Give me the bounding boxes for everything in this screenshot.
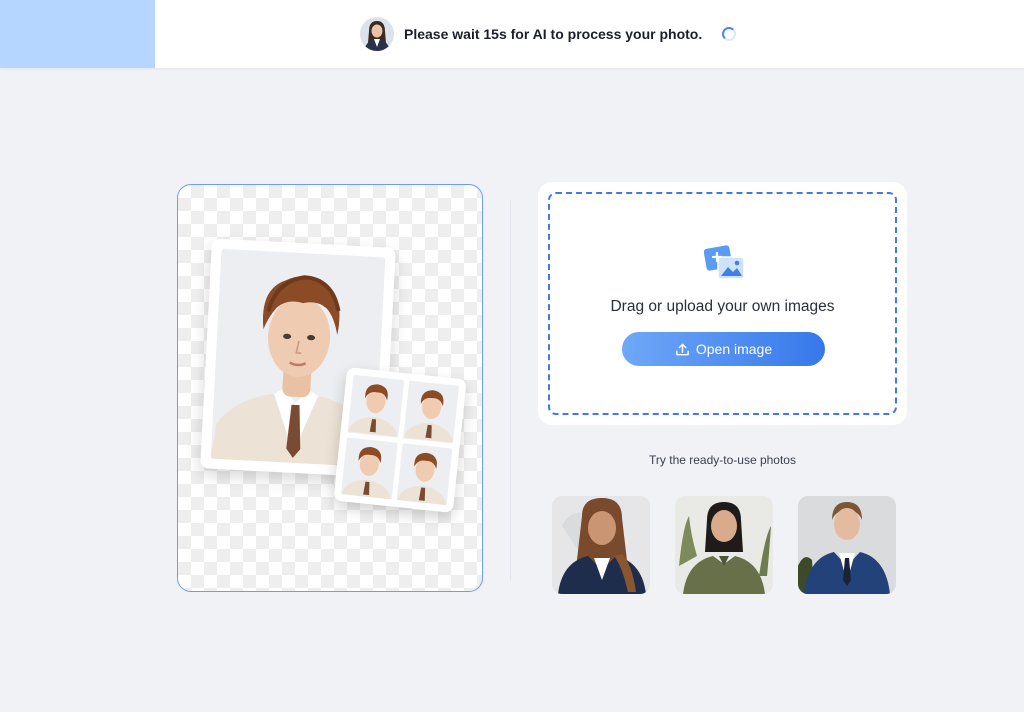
preview-panel xyxy=(177,184,483,592)
vertical-divider xyxy=(510,200,511,580)
samples-label: Try the ready-to-use photos xyxy=(649,453,796,467)
upload-icon xyxy=(676,343,689,355)
mini-portrait xyxy=(347,374,404,438)
processing-status: Please wait 15s for AI to process your p… xyxy=(360,17,737,51)
sample-woman-green-shirt-photo[interactable] xyxy=(675,496,773,594)
open-image-label: Open image xyxy=(695,341,773,357)
loading-spinner-icon xyxy=(722,27,737,41)
sample-woman-suit-photo[interactable] xyxy=(552,496,650,594)
sample-man-suit-photo[interactable] xyxy=(798,496,896,594)
passport-photo-sheet xyxy=(333,367,467,513)
top-bar: Please wait 15s for AI to process your p… xyxy=(0,0,1024,68)
topbar-accent-block xyxy=(0,0,155,68)
upload-dropzone[interactable]: Drag or upload your own images Open imag… xyxy=(548,192,897,415)
mini-portrait xyxy=(396,442,453,506)
drag-upload-text: Drag or upload your own images xyxy=(610,298,835,315)
user-avatar-icon xyxy=(360,17,394,51)
mini-portrait xyxy=(341,436,398,500)
add-image-icon xyxy=(703,244,746,282)
mini-portrait xyxy=(402,380,459,444)
upload-card: Drag or upload your own images Open imag… xyxy=(538,182,907,425)
open-image-button[interactable]: Open image xyxy=(622,332,825,366)
status-message: Please wait 15s for AI to process your p… xyxy=(404,26,703,42)
sample-photos xyxy=(552,496,896,594)
